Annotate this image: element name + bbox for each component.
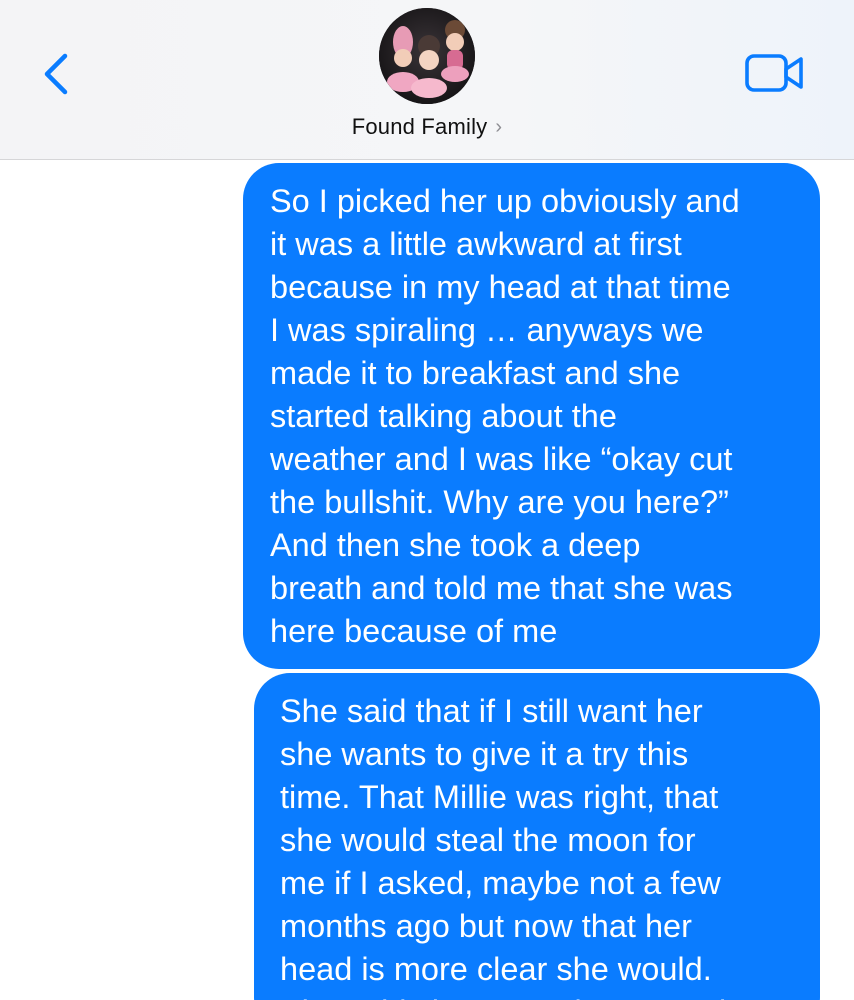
message-line: started talking about the: [270, 398, 617, 434]
group-photo: [379, 8, 475, 104]
message-line: I was spiraling … anyways we: [270, 312, 704, 348]
message-line: breath and told me that she was: [270, 570, 733, 606]
facetime-video-button[interactable]: [744, 52, 806, 94]
message-line: made it to breakfast and she: [270, 355, 681, 391]
message-line: head is more clear she would.: [280, 951, 712, 987]
message-line: She said that if I still want her: [280, 693, 703, 729]
outgoing-message-bubble[interactable]: So I picked her up obviously and it was …: [243, 163, 820, 669]
message-line: she would steal the moon for: [280, 822, 696, 858]
message-line: because in my head at that time: [270, 269, 731, 305]
chevron-left-icon: [44, 53, 68, 95]
contact-name-button[interactable]: Found Family ›: [0, 114, 854, 140]
message-line: time. That Millie was right, that: [280, 779, 719, 815]
message-line: me if I asked, maybe not a few: [280, 865, 721, 901]
message-line: And then she took a deep: [270, 527, 641, 563]
conversation-header: Found Family ›: [0, 0, 854, 160]
group-avatar[interactable]: [379, 8, 475, 104]
video-camera-icon: [745, 54, 803, 92]
chevron-right-icon: ›: [495, 116, 503, 138]
message-line: she wants to give it a try this: [280, 736, 689, 772]
back-button[interactable]: [38, 50, 78, 98]
contact-name: Found Family: [351, 114, 488, 139]
message-line: She said she wanted to try and: [280, 991, 800, 1000]
message-line: it was a little awkward at first: [270, 226, 682, 262]
outgoing-message-bubble[interactable]: She said that if I still want her she wa…: [254, 673, 820, 1000]
message-line: months ago but now that her: [280, 908, 692, 944]
messages-screen: Found Family › So I picked her up obvious…: [0, 0, 854, 1000]
message-line: the bullshit. Why are you here?”: [270, 484, 729, 520]
message-line: So I picked her up obviously and: [270, 183, 740, 219]
message-line: weather and I was like “okay cut: [270, 441, 733, 477]
message-line: here because of me: [270, 613, 558, 649]
